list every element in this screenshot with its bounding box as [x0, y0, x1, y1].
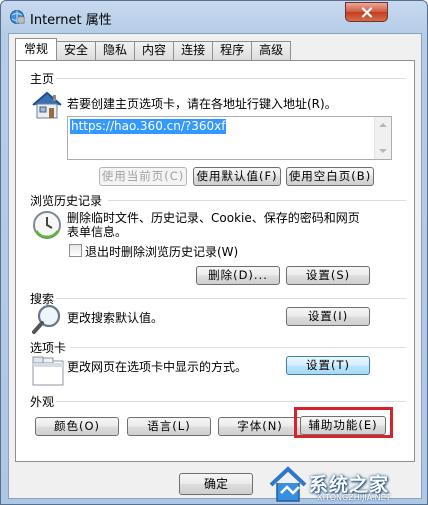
title-bar[interactable]: Internet 属性: [1, 1, 428, 33]
home-description: 若要创建主页选项卡，请在各地址行键入地址(R)。: [67, 97, 337, 111]
general-tab-page: 主页 若要创建主页选项卡，请在各地址行键入地址(R)。 https://hao.…: [15, 60, 415, 462]
home-page-url-text: https://hao.360.cn/?360xf: [70, 119, 227, 134]
home-page-url-input[interactable]: https://hao.360.cn/?360xf: [67, 116, 392, 160]
search-settings-button[interactable]: 设置(I): [286, 307, 370, 326]
history-clock-icon: [33, 211, 61, 239]
tab-advanced[interactable]: 高级: [251, 41, 292, 60]
history-description-line1: 删除临时文件、历史记录、Cookie、保存的密码和网页: [67, 211, 360, 225]
tab-programs[interactable]: 程序: [212, 41, 253, 60]
tabs-section-title: 选项卡: [30, 341, 67, 355]
tab-content[interactable]: 内容: [134, 41, 175, 60]
delete-on-exit-checkbox[interactable]: [69, 244, 82, 257]
tabs-divider: [70, 347, 406, 348]
fonts-button[interactable]: 字体(N): [218, 417, 302, 436]
tab-strip: 常规 安全 隐私 内容 连接 程序 高级: [15, 38, 292, 61]
tab-general[interactable]: 常规: [15, 38, 58, 60]
history-settings-button[interactable]: 设置(S): [286, 266, 370, 285]
tabs-description: 更改网页在选项卡中显示的方式。: [67, 360, 248, 374]
home-section-title: 主页: [30, 72, 55, 86]
close-icon: [361, 6, 372, 18]
delete-on-exit-label[interactable]: 退出时删除浏览历史记录(W): [85, 243, 238, 260]
tabbed-window-icon: [32, 356, 64, 386]
search-description: 更改搜索默认值。: [67, 311, 164, 325]
watermark: 系统之家 XITONGZHIJIA.NET: [261, 463, 428, 505]
close-button[interactable]: [345, 2, 388, 22]
languages-button[interactable]: 语言(L): [127, 417, 211, 436]
home-divider: [56, 78, 406, 79]
scroll-down-icon[interactable]: [379, 149, 387, 153]
tab-connections[interactable]: 连接: [173, 41, 214, 60]
tab-security[interactable]: 安全: [56, 41, 97, 60]
history-section-title: 浏览历史记录: [30, 194, 103, 208]
house-icon: [32, 91, 62, 119]
watermark-url: XITONGZHIJIA.NET: [317, 493, 391, 502]
use-blank-button[interactable]: 使用空白页(B): [286, 167, 374, 186]
use-default-button[interactable]: 使用默认值(F): [193, 167, 281, 186]
dialog-window: Internet 属性 常规 安全 隐私 内容 连接 程序 高级 主页 若要创建…: [0, 0, 428, 505]
appearance-divider: [56, 401, 406, 402]
scroll-up-icon[interactable]: [379, 123, 387, 127]
window-title: Internet 属性: [30, 13, 112, 28]
watermark-logo-icon: [269, 466, 307, 502]
accessibility-highlight-box: [294, 407, 393, 438]
tab-privacy[interactable]: 隐私: [95, 41, 136, 60]
use-current-button[interactable]: 使用当前页(C): [99, 167, 187, 186]
ok-button[interactable]: 确定: [179, 473, 253, 495]
colors-button[interactable]: 颜色(O): [35, 417, 119, 436]
magnifier-icon: [32, 304, 61, 334]
history-description-line2: 表单信息。: [67, 225, 128, 239]
internet-options-icon: [10, 10, 25, 24]
delete-history-button[interactable]: 删除(D)...: [196, 266, 280, 285]
history-divider: [108, 200, 406, 201]
search-divider: [56, 298, 406, 299]
url-scrollbar[interactable]: [374, 117, 391, 159]
appearance-section-title: 外观: [30, 395, 55, 409]
tabs-settings-button[interactable]: 设置(T): [286, 356, 370, 375]
